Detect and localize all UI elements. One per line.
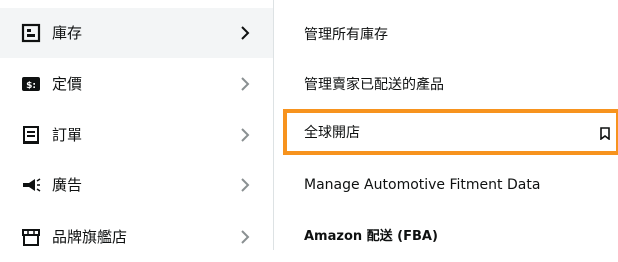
submenu-item-label: 管理賣家已配送的產品 (304, 77, 444, 93)
chevron-right-icon (241, 77, 250, 91)
chevron-right-icon (241, 128, 250, 142)
submenu-item-automotive-fitment[interactable]: Manage Automotive Fitment Data (274, 160, 618, 210)
menu-item-label: 定價 (52, 75, 83, 93)
submenu-item-label: Amazon 配送 (FBA) (304, 229, 438, 244)
menu-item-brand-store[interactable]: 品牌旗艦店 (0, 212, 273, 262)
menu-item-label: 庫存 (52, 24, 83, 42)
menu-item-label: 品牌旗艦店 (52, 228, 128, 246)
orders-icon (23, 126, 39, 144)
inventory-icon (21, 23, 41, 43)
bookmark-icon[interactable] (600, 127, 610, 140)
chevron-right-icon (241, 26, 250, 40)
menu-item-pricing[interactable]: $: 定價 (0, 59, 273, 109)
storefront-icon (22, 229, 40, 246)
submenu-item-label: 管理所有庫存 (304, 27, 388, 43)
submenu-item-manage-all-inventory[interactable]: 管理所有庫存 (274, 10, 618, 60)
chevron-right-icon (241, 178, 250, 192)
submenu-item-label: Manage Automotive Fitment Data (304, 177, 541, 193)
submenu-item-global-selling[interactable]: 全球開店 (274, 108, 618, 158)
submenu-item-fba[interactable]: Amazon 配送 (FBA) (274, 212, 618, 262)
menu-item-label: 訂單 (52, 126, 83, 144)
left-navigation-menu: 庫存 $: 定價 訂單 廣告 品牌旗艦店 (0, 0, 273, 250)
pricing-icon: $: (22, 77, 40, 91)
submenu-item-label: 全球開店 (304, 125, 360, 141)
menu-item-advertising[interactable]: 廣告 (0, 160, 273, 210)
menu-item-orders[interactable]: 訂單 (0, 110, 273, 160)
menu-item-inventory[interactable]: 庫存 (0, 8, 273, 58)
inventory-submenu: 管理所有庫存 管理賣家已配送的產品 全球開店 Manage Automotive… (273, 0, 618, 250)
submenu-item-manage-fbm-products[interactable]: 管理賣家已配送的產品 (274, 60, 618, 110)
megaphone-icon (23, 178, 41, 192)
svg-text:$:: $: (26, 81, 36, 91)
menu-item-label: 廣告 (52, 176, 83, 194)
chevron-right-icon (241, 230, 250, 244)
